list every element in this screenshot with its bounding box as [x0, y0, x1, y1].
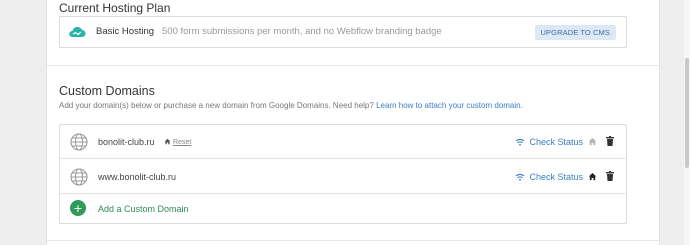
wifi-icon [516, 138, 525, 146]
hosting-plan-title: Current Hosting Plan [59, 1, 171, 15]
plan-description: 500 form submissions per month, and no W… [162, 26, 442, 37]
domain-name: bonolit-club.ru [98, 137, 155, 147]
set-default-home-icon[interactable] [588, 137, 597, 146]
plus-icon: + [70, 200, 86, 216]
section-divider [47, 240, 659, 241]
scrollbar[interactable] [684, 0, 690, 245]
scrollbar-thumb[interactable] [685, 58, 689, 168]
domains-list: bonolit-club.ru Reset Check Status www.b… [59, 124, 627, 224]
check-status-label: Check Status [529, 172, 583, 182]
add-custom-domain-button[interactable]: + Add a Custom Domain [60, 194, 626, 223]
check-status-button[interactable]: Check Status [515, 172, 583, 182]
trash-icon[interactable] [606, 136, 614, 146]
custom-domains-title: Custom Domains [59, 84, 155, 98]
globe-icon [70, 168, 88, 186]
domain-row: www.bonolit-club.ru Check Status [60, 160, 626, 194]
help-link[interactable]: Learn how to attach your custom domain. [376, 101, 523, 110]
check-status-label: Check Status [529, 137, 583, 147]
reset-default-domain[interactable]: Reset [164, 138, 191, 146]
hosting-settings-panel: Current Hosting Plan Basic Hosting 500 f… [46, 0, 660, 245]
check-status-button[interactable]: Check Status [515, 137, 583, 147]
cloud-icon [69, 26, 86, 37]
custom-domains-help: Add your domain(s) below or purchase a n… [59, 101, 523, 110]
hosting-plan-card: Basic Hosting 500 form submissions per m… [59, 16, 627, 48]
add-custom-domain-label: Add a Custom Domain [98, 204, 189, 214]
domain-row: bonolit-club.ru Reset Check Status [60, 125, 626, 159]
set-default-home-icon[interactable] [588, 172, 597, 181]
home-icon [164, 138, 171, 145]
globe-icon [70, 133, 88, 151]
help-text: Add your domain(s) below or purchase a n… [59, 101, 374, 110]
domain-name: www.bonolit-club.ru [98, 172, 177, 182]
upgrade-to-cms-button[interactable]: UPGRADE TO CMS [534, 25, 616, 40]
section-divider [47, 65, 659, 66]
plan-name: Basic Hosting [96, 26, 155, 37]
trash-icon[interactable] [606, 171, 614, 181]
wifi-icon [516, 173, 525, 181]
reset-link[interactable]: Reset [173, 139, 191, 146]
